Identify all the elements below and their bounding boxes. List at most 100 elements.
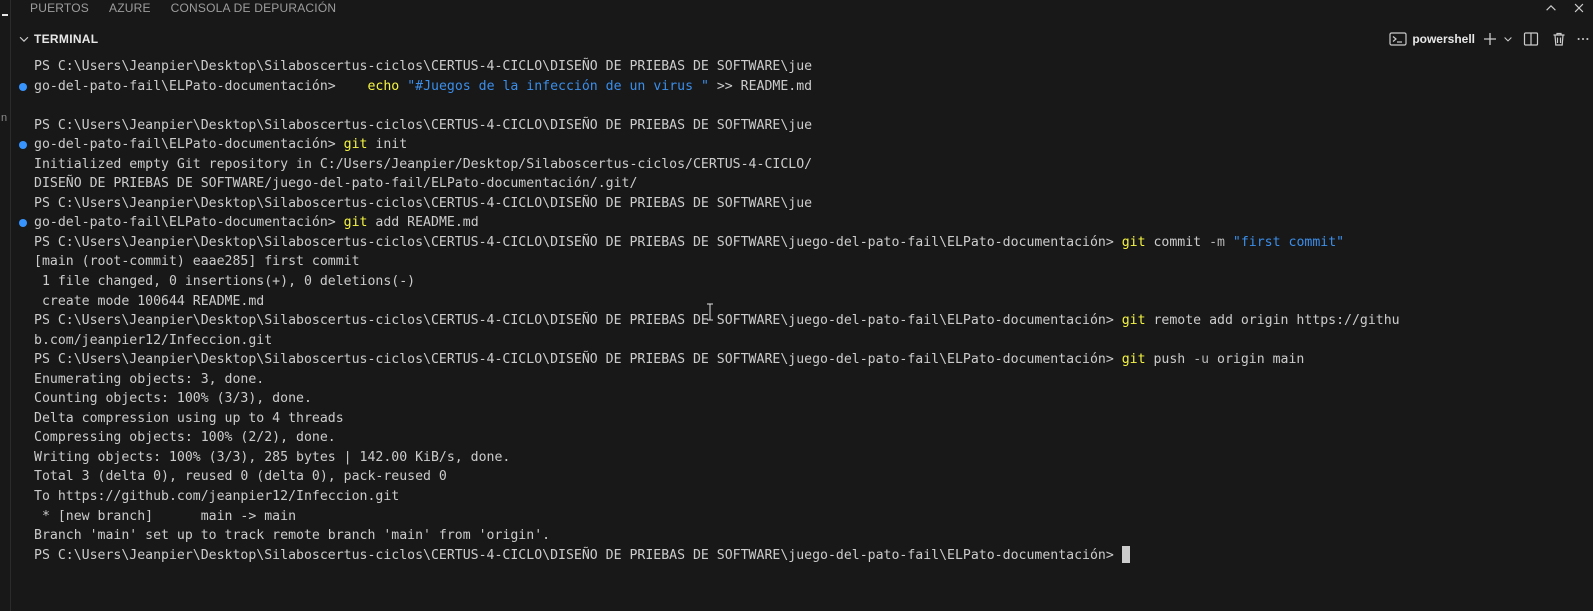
terminal-text-segment: -u: [1193, 352, 1210, 368]
terminal-text-segment: Initialized empty Git repository in C:/U…: [34, 156, 813, 172]
terminal-line: Delta compression using up to 4 threads: [10, 409, 1593, 429]
terminal-text-segment: >> README.md: [708, 78, 813, 94]
terminal-text-segment: DISEÑO DE PRIEBAS DE SOFTWARE/juego-del-…: [34, 176, 638, 192]
terminal-line: Branch 'main' set up to track remote bra…: [10, 526, 1593, 546]
terminal-output[interactable]: PS C:\Users\Jeanpier\Desktop\Silaboscert…: [10, 57, 1593, 611]
terminal-text-segment: Writing objects: 100% (3/3), 285 bytes |…: [34, 449, 511, 465]
terminal-text-segment: git: [1121, 234, 1146, 250]
command-decoration-icon[interactable]: [19, 141, 27, 150]
terminal-text-segment: PS C:\Users\Jeanpier\Desktop\Silaboscert…: [34, 59, 813, 74]
terminal-text-segment: create mode 100644 README.md: [34, 293, 265, 309]
terminal-text-segment: go-del-pato-fail\ELPato-documentación>: [34, 215, 344, 231]
terminal-text-segment: -m: [1209, 234, 1225, 250]
terminal-line: PS C:\Users\Jeanpier\Desktop\Silaboscert…: [10, 350, 1593, 370]
terminal-text-segment: git: [1121, 313, 1146, 329]
terminal-text-segment: origin main: [1209, 352, 1305, 368]
terminal-text-segment: Branch 'main' set up to track remote bra…: [34, 528, 551, 544]
terminal-text-segment: PS C:\Users\Jeanpier\Desktop\Silaboscert…: [34, 352, 1122, 368]
terminal-text-segment: go-del-pato-fail\ELPato-documentación>: [34, 137, 344, 153]
new-terminal-button[interactable]: [1481, 28, 1499, 50]
more-actions-button[interactable]: [1573, 28, 1593, 50]
tab-azure[interactable]: AZURE: [109, 0, 151, 16]
terminal-text-segment: * [new branch] main -> main: [34, 508, 297, 524]
terminal-text-segment: PS C:\Users\Jeanpier\Desktop\Silaboscert…: [34, 117, 813, 133]
ibeam-cursor-icon: [707, 303, 713, 321]
terminal-line: Compressing objects: 100% (2/2), done.: [10, 428, 1593, 448]
terminal-line: 1 file changed, 0 insertions(+), 0 delet…: [10, 272, 1593, 292]
terminal-text-segment: go-del-pato-fail\ELPato-documentación>: [34, 78, 368, 94]
terminal-line: PS C:\Users\Jeanpier\Desktop\Silaboscert…: [10, 545, 1593, 566]
trash-icon: [1553, 32, 1565, 46]
terminal-line: Initialized empty Git repository in C:/U…: [10, 155, 1593, 175]
sidebar-glyph: n: [1, 112, 8, 124]
terminal-line: b.com/jeanpier12/Infeccion.git: [10, 331, 1593, 351]
terminal-text-segment: git: [343, 215, 368, 231]
terminal-line: To https://github.com/jeanpier12/Infecci…: [10, 487, 1593, 507]
shell-selector[interactable]: powershell: [1389, 31, 1475, 47]
kill-terminal-button[interactable]: [1545, 28, 1573, 50]
shell-name: powershell: [1412, 32, 1475, 46]
terminal-line: go-del-pato-fail\ELPato-documentación> g…: [10, 213, 1593, 233]
terminal-text-segment: PS C:\Users\Jeanpier\Desktop\Silaboscert…: [34, 195, 813, 211]
terminal-text-segment: git: [1121, 352, 1146, 368]
terminal-text-segment: [main (root-commit) eaae285] first commi…: [34, 254, 360, 270]
terminal-text-segment: b.com/jeanpier12/Infeccion.git: [34, 332, 273, 348]
command-decoration-icon[interactable]: [19, 82, 27, 91]
terminal-line: create mode 100644 README.md: [10, 292, 1593, 312]
section-toggle-button[interactable]: [16, 31, 32, 47]
chevron-down-icon: [1504, 37, 1512, 42]
terminal-text-segment: git: [343, 137, 368, 153]
terminal-line: PS C:\Users\Jeanpier\Desktop\Silaboscert…: [10, 116, 1593, 136]
active-tab-indicator: [2, 0, 8, 16]
terminal-text-segment: PS C:\Users\Jeanpier\Desktop\Silaboscert…: [34, 313, 1122, 329]
terminal-text-segment: 1 file changed, 0 insertions(+), 0 delet…: [34, 274, 416, 290]
command-decoration-icon[interactable]: [19, 219, 27, 228]
terminal-text-segment: "#Juegos de la infección de un virus ": [407, 78, 709, 94]
terminal-line: PS C:\Users\Jeanpier\Desktop\Silaboscert…: [10, 194, 1593, 214]
terminal-text-segment: Total 3 (delta 0), reused 0 (delta 0), p…: [34, 469, 447, 485]
terminal-line: Total 3 (delta 0), reused 0 (delta 0), p…: [10, 467, 1593, 487]
terminal-cursor: [1121, 545, 1130, 563]
chevron-down-icon: [19, 36, 29, 43]
terminal-text-segment: push: [1145, 352, 1194, 368]
terminal-text-segment: Compressing objects: 100% (2/2), done.: [34, 430, 336, 446]
terminal-text-segment: Delta compression using up to 4 threads: [34, 410, 344, 426]
tab-puertos[interactable]: PUERTOS: [30, 0, 89, 16]
split-terminal-button[interactable]: [1517, 28, 1545, 50]
terminal-text-segment: echo: [367, 78, 400, 94]
panel-tab-bar: PUERTOS AZURE CONSOLA DE DEPURACIÓN: [10, 0, 1593, 16]
terminal-line: [main (root-commit) eaae285] first commi…: [10, 252, 1593, 272]
terminal-line: Writing objects: 100% (3/3), 285 bytes |…: [10, 448, 1593, 468]
maximize-panel-button[interactable]: [1537, 0, 1565, 19]
split-icon: [1523, 32, 1539, 46]
terminal-text-segment: PS C:\Users\Jeanpier\Desktop\Silaboscert…: [34, 234, 1122, 250]
terminal-text-segment: To https://github.com/jeanpier12/Infecci…: [34, 489, 400, 505]
terminal-text-segment: remote add origin https://githu: [1145, 313, 1400, 329]
terminal-line: go-del-pato-fail\ELPato-documentación> e…: [10, 77, 1593, 97]
terminal-text-segment: add README.md: [367, 215, 479, 231]
terminal-text-segment: "first commit": [1232, 234, 1345, 250]
terminal-line: PS C:\Users\Jeanpier\Desktop\Silaboscert…: [10, 57, 1593, 77]
tab-consola-depuracion[interactable]: CONSOLA DE DEPURACIÓN: [171, 0, 337, 16]
close-icon: [1574, 3, 1584, 13]
terminal-line: PS C:\Users\Jeanpier\Desktop\Silaboscert…: [10, 233, 1593, 253]
terminal-line: go-del-pato-fail\ELPato-documentación> g…: [10, 135, 1593, 155]
terminal-line: PS C:\Users\Jeanpier\Desktop\Silaboscert…: [10, 311, 1593, 331]
terminal-text-segment: commit: [1145, 234, 1210, 250]
terminal-line: Enumerating objects: 3, done.: [10, 370, 1593, 390]
terminal-section-title: TERMINAL: [34, 32, 99, 46]
terminal-section-header: TERMINAL powershell: [10, 28, 1593, 50]
ellipsis-icon: [1577, 37, 1589, 41]
terminal-line: DISEÑO DE PRIEBAS DE SOFTWARE/juego-del-…: [10, 174, 1593, 194]
terminal-line: Counting objects: 100% (3/3), done.: [10, 389, 1593, 409]
close-panel-button[interactable]: [1565, 0, 1593, 19]
launch-profile-button[interactable]: [1499, 28, 1517, 50]
terminal-text-segment: PS C:\Users\Jeanpier\Desktop\Silaboscert…: [34, 547, 1122, 563]
terminal-text-segment: Counting objects: 100% (3/3), done.: [34, 391, 312, 407]
chevron-up-icon: [1546, 5, 1556, 11]
plus-icon: [1484, 33, 1496, 45]
terminal-text-segment: Enumerating objects: 3, done.: [34, 371, 265, 387]
terminal-icon: [1389, 32, 1407, 46]
